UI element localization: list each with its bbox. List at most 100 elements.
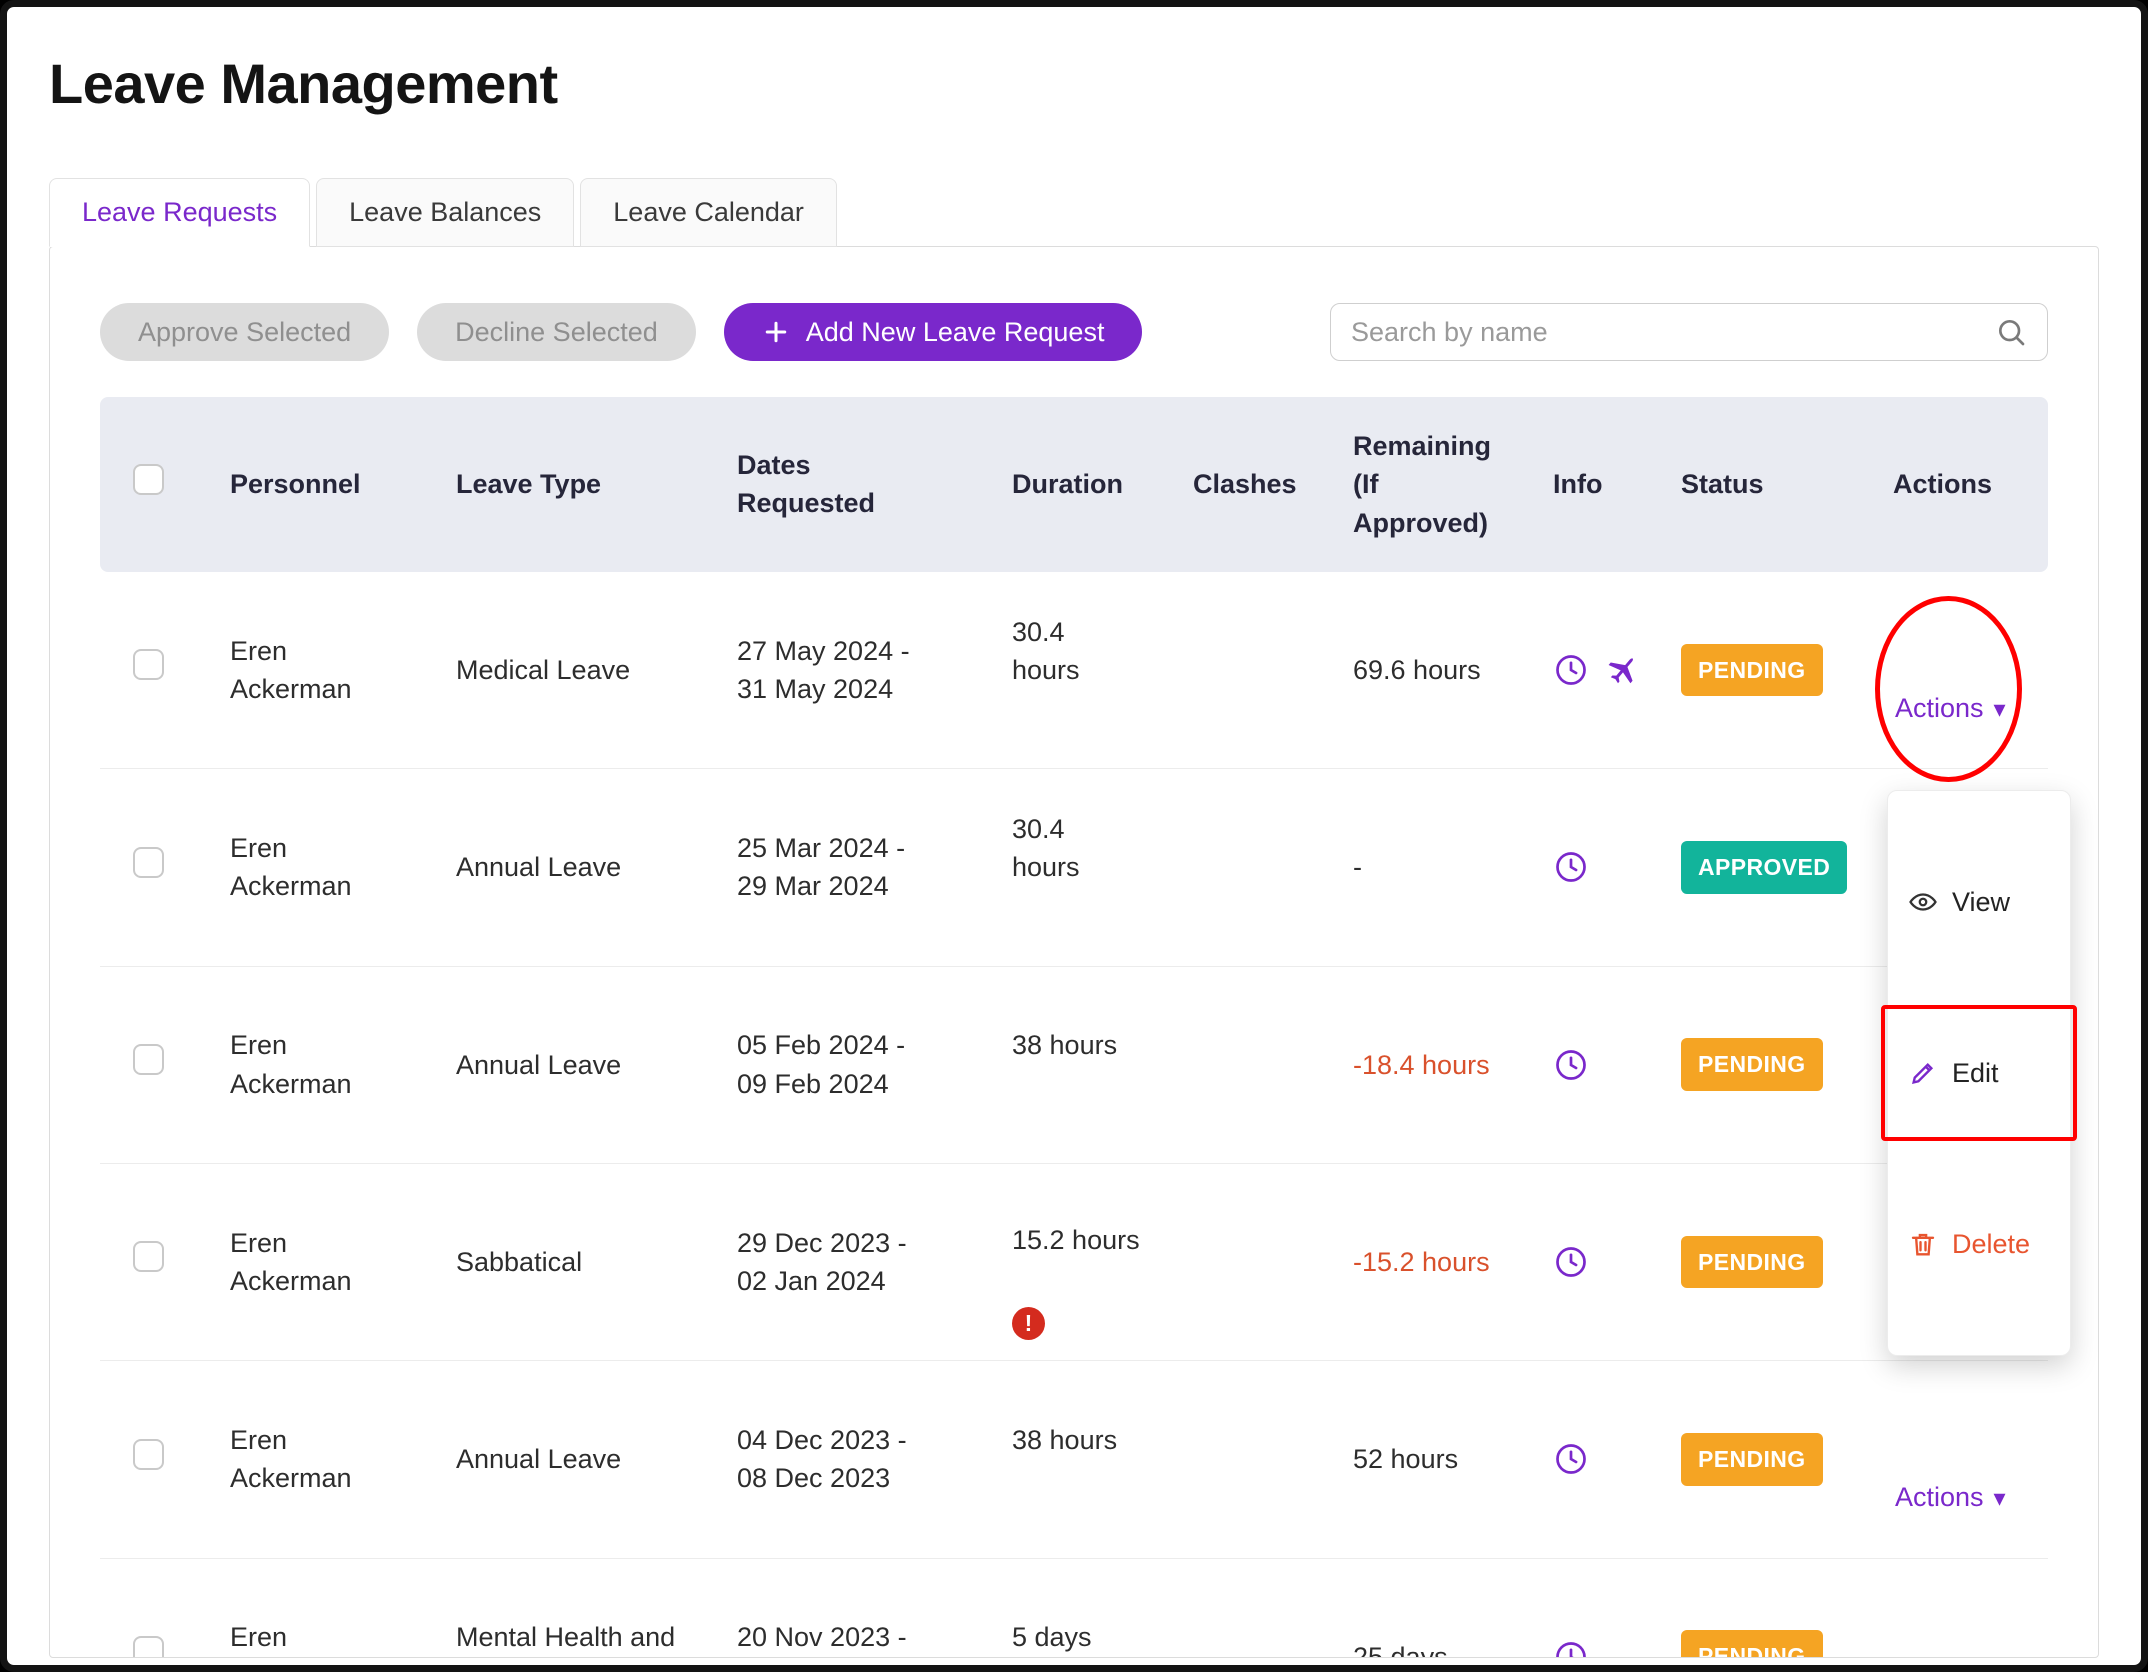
dropdown-delete-label: Delete (1952, 1225, 2030, 1263)
decline-selected-button[interactable]: Decline Selected (417, 303, 696, 361)
row-checkbox[interactable] (133, 1044, 164, 1075)
row-checkbox[interactable] (133, 649, 164, 680)
dropdown-item-view[interactable]: View (1888, 836, 2070, 969)
leave-type: Annual Leave (456, 1440, 737, 1478)
dropdown-view-label: View (1952, 883, 2010, 921)
trash-icon (1908, 1191, 1938, 1298)
table-row: Eren Ackerman Medical Leave 27 May 2024 … (100, 572, 2048, 769)
row-checkbox[interactable] (133, 847, 164, 878)
warning-icon (1012, 1307, 1045, 1340)
leave-type: Mental Health and Covid Leave (456, 1618, 737, 1658)
duration-value: 5 days (1012, 1618, 1171, 1656)
row-checkbox[interactable] (133, 1241, 164, 1272)
clashes (1193, 1618, 1353, 1658)
dates-requested: 05 Feb 2024 - 09 Feb 2024 (737, 1026, 1012, 1103)
clock-icon (1553, 1244, 1589, 1280)
select-all-checkbox[interactable] (133, 464, 164, 495)
status-badge: PENDING (1681, 1433, 1823, 1486)
table-row: Eren Ackerman Sabbatical 29 Dec 2023 - 0… (100, 1164, 2048, 1361)
personnel-name: Eren Ackerman (230, 632, 456, 709)
dates-requested: 27 May 2024 - 31 May 2024 (737, 632, 1012, 709)
personnel-name: Eren Ackerman (230, 829, 456, 906)
tab-leave-balances[interactable]: Leave Balances (316, 178, 574, 247)
status-badge: APPROVED (1681, 841, 1847, 894)
pencil-icon (1908, 1020, 1938, 1127)
actions-button-label: Actions (1895, 693, 1984, 724)
leave-type: Annual Leave (456, 1046, 737, 1084)
col-leave-type: Leave Type (456, 435, 737, 533)
add-leave-request-label: Add New Leave Request (806, 317, 1105, 348)
actions-button[interactable]: Actions (1893, 687, 2008, 730)
status-badge: PENDING (1681, 1038, 1823, 1091)
app-window: Leave Management Leave Requests Leave Ba… (0, 0, 2148, 1672)
duration-value: 15.2 hours (1012, 1221, 1171, 1259)
tabs: Leave Requests Leave Balances Leave Cale… (7, 178, 2141, 247)
approve-selected-button[interactable]: Approve Selected (100, 303, 389, 361)
remaining-value: - (1353, 848, 1553, 886)
dates-requested: 20 Nov 2023 - 24 Nov 2023 (737, 1618, 1012, 1658)
dates-requested: 04 Dec 2023 - 08 Dec 2023 (737, 1421, 1012, 1498)
remaining-value: -18.4 hours (1353, 1046, 1553, 1084)
duration: 15.2 hours (1012, 1182, 1193, 1341)
actions-dropdown: View Edit Delete (1887, 790, 2071, 1355)
actions-cell: Actions View Edit (1893, 1361, 2056, 1557)
clock-icon (1553, 1441, 1589, 1477)
col-status: Status (1681, 435, 1893, 533)
dates-requested: 25 Mar 2024 - 29 Mar 2024 (737, 829, 1012, 906)
remaining-value: -15.2 hours (1353, 1243, 1553, 1281)
duration-value: 38 hours (1012, 1421, 1171, 1459)
remaining-value: 25 days (1353, 1638, 1553, 1658)
status-badge: PENDING (1681, 644, 1823, 697)
search-box (1330, 303, 2048, 361)
col-clashes: Clashes (1193, 435, 1353, 533)
clock-icon (1553, 849, 1589, 885)
col-personnel: Personnel (230, 435, 456, 533)
toolbar: Approve Selected Decline Selected Add Ne… (100, 303, 2048, 361)
info-icons (1553, 652, 1681, 688)
clashes (1193, 829, 1353, 906)
search-input[interactable] (1351, 317, 1995, 348)
info-icons (1553, 1244, 1681, 1280)
chevron-down-icon (1994, 693, 2006, 724)
dropdown-item-delete[interactable]: Delete (1888, 1178, 2070, 1311)
search-icon (1995, 316, 2027, 348)
clock-icon (1553, 1639, 1589, 1658)
leave-requests-panel: Approve Selected Decline Selected Add Ne… (49, 246, 2099, 1658)
col-info: Info (1553, 435, 1681, 533)
info-icons (1553, 1441, 1681, 1477)
remaining-value: 52 hours (1353, 1440, 1553, 1478)
actions-cell: Actions View Edit (1893, 1559, 2056, 1658)
info-icons (1553, 1639, 1681, 1658)
col-remaining: Remaining (If Approved) (1353, 397, 1553, 572)
clashes (1193, 1224, 1353, 1301)
tab-leave-calendar[interactable]: Leave Calendar (580, 178, 837, 247)
dropdown-item-edit[interactable]: Edit (1888, 1007, 2070, 1140)
duration-value: 30.4 hours (1012, 810, 1171, 887)
clock-icon (1553, 652, 1589, 688)
chevron-down-icon (1994, 1482, 2006, 1513)
tab-leave-requests[interactable]: Leave Requests (49, 178, 310, 247)
duration: 5 days (1012, 1580, 1193, 1658)
leave-type: Sabbatical (456, 1243, 737, 1281)
actions-button[interactable]: Actions (1893, 1476, 2008, 1519)
leave-type: Annual Leave (456, 848, 737, 886)
dropdown-edit-label: Edit (1952, 1054, 1999, 1092)
duration-value: 30.4 hours (1012, 613, 1171, 690)
table-body: Eren Ackerman Medical Leave 27 May 2024 … (100, 572, 2048, 1658)
status-badge: PENDING (1681, 1630, 1823, 1658)
leave-type: Medical Leave (456, 651, 737, 689)
table-row: Eren Ackerman Mental Health and Covid Le… (100, 1559, 2048, 1658)
info-icons (1553, 849, 1681, 885)
status-badge: PENDING (1681, 1236, 1823, 1289)
table-header: Personnel Leave Type Dates Requested Dur… (100, 397, 2048, 572)
row-checkbox[interactable] (133, 1636, 164, 1658)
clashes (1193, 1026, 1353, 1103)
table-row: Eren Ackerman Annual Leave 05 Feb 2024 -… (100, 967, 2048, 1164)
row-checkbox[interactable] (133, 1439, 164, 1470)
add-leave-request-button[interactable]: Add New Leave Request (724, 303, 1143, 361)
col-duration: Duration (1012, 435, 1193, 533)
personnel-name: Eren Ackerman (230, 1026, 456, 1103)
table-row: Eren Ackerman Annual Leave 04 Dec 2023 -… (100, 1361, 2048, 1558)
duration: 38 hours (1012, 988, 1193, 1141)
duration: 30.4 hours (1012, 574, 1193, 766)
